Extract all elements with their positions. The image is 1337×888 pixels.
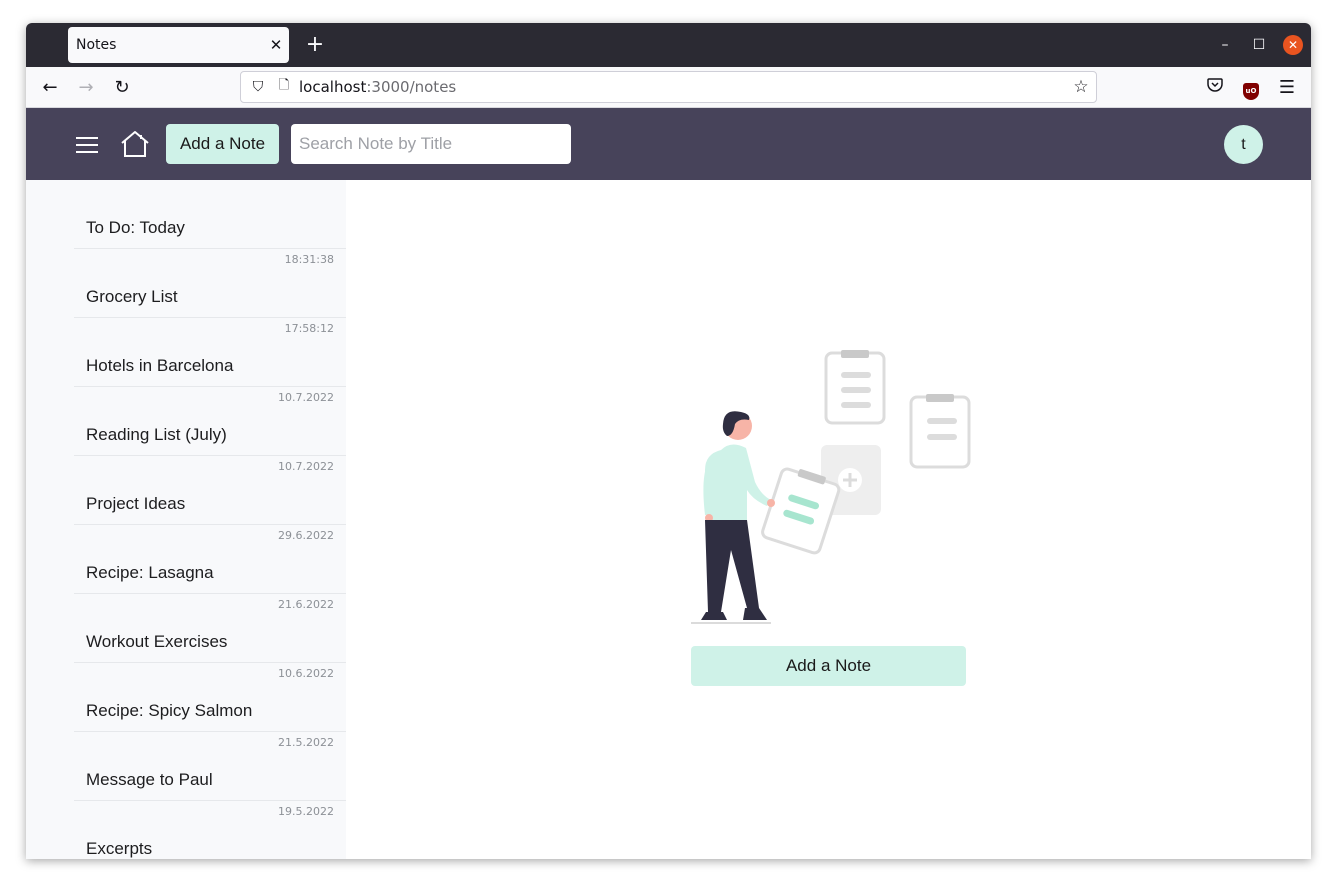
note-title: Recipe: Spicy Salmon xyxy=(86,701,253,720)
forward-arrow-icon[interactable]: → xyxy=(74,76,98,100)
url-path: :3000/notes xyxy=(366,78,457,96)
add-note-main-button[interactable]: Add a Note xyxy=(691,646,966,686)
list-item[interactable]: Message to Paul 19.5.2022 xyxy=(74,732,346,818)
minimize-icon[interactable]: – xyxy=(1215,35,1235,55)
tab-strip: Notes ✕ + – ☐ ✕ xyxy=(26,23,1311,67)
empty-state-illustration xyxy=(691,350,971,624)
list-item[interactable]: Recipe: Spicy Salmon 21.5.2022 xyxy=(74,663,346,749)
close-window-icon[interactable]: ✕ xyxy=(1283,35,1303,55)
note-title: Grocery List xyxy=(86,287,178,306)
reload-icon[interactable]: ↻ xyxy=(110,76,134,100)
pocket-icon[interactable] xyxy=(1203,76,1227,100)
note-title: To Do: Today xyxy=(86,218,185,237)
note-title: Message to Paul xyxy=(86,770,213,789)
app-header: Add a Note t xyxy=(26,108,1311,180)
hamburger-menu-icon[interactable] xyxy=(76,132,102,156)
page-icon[interactable]: 🗋 xyxy=(273,76,295,98)
list-item[interactable]: Hotels in Barcelona 10.7.2022 xyxy=(74,318,346,404)
navigation-bar: ← → ↻ ⛉ 🗋 localhost:3000/notes ☆ uO ☰ xyxy=(26,67,1311,108)
tab-notes[interactable]: Notes ✕ xyxy=(68,27,289,63)
main-content: Add a Note xyxy=(346,180,1311,859)
note-title: Workout Exercises xyxy=(86,632,228,651)
home-icon[interactable] xyxy=(119,128,151,160)
list-item[interactable]: Excerpts xyxy=(74,801,346,859)
tab-title: Notes xyxy=(76,37,117,53)
list-item[interactable]: Project Ideas 29.6.2022 xyxy=(74,456,346,542)
shield-icon[interactable]: ⛉ xyxy=(243,79,273,95)
tab-close-icon[interactable]: ✕ xyxy=(263,36,289,54)
add-note-button[interactable]: Add a Note xyxy=(166,124,279,164)
list-item[interactable]: Reading List (July) 10.7.2022 xyxy=(74,387,346,473)
list-item[interactable]: Workout Exercises 10.6.2022 xyxy=(74,594,346,680)
avatar[interactable]: t xyxy=(1224,125,1263,164)
ublock-icon[interactable]: uO xyxy=(1239,76,1263,100)
note-title: Reading List (July) xyxy=(86,425,227,444)
note-title: Excerpts xyxy=(86,839,153,858)
list-item[interactable]: Recipe: Lasagna 21.6.2022 xyxy=(74,525,346,611)
browser-window: Notes ✕ + – ☐ ✕ ← → ↻ ⛉ 🗋 localhost:3000… xyxy=(26,23,1311,859)
note-title: Project Ideas xyxy=(86,494,186,513)
note-title: Hotels in Barcelona xyxy=(86,356,234,375)
url-text[interactable]: localhost:3000/notes xyxy=(295,78,1066,96)
bookmark-star-icon[interactable]: ☆ xyxy=(1066,77,1096,97)
notes-sidebar: To Do: Today 18:31:38 Grocery List 17:58… xyxy=(26,180,346,859)
note-title: Recipe: Lasagna xyxy=(86,563,214,582)
new-tab-icon[interactable]: + xyxy=(302,32,328,58)
list-item[interactable]: Grocery List 17:58:12 xyxy=(74,249,346,335)
search-input[interactable] xyxy=(291,124,571,164)
maximize-icon[interactable]: ☐ xyxy=(1249,35,1269,55)
back-arrow-icon[interactable]: ← xyxy=(38,76,62,100)
menu-icon[interactable]: ☰ xyxy=(1275,76,1299,100)
list-item[interactable]: To Do: Today 18:31:38 xyxy=(74,180,346,266)
url-host: localhost xyxy=(299,78,367,96)
address-bar[interactable]: ⛉ 🗋 localhost:3000/notes ☆ xyxy=(240,71,1097,103)
